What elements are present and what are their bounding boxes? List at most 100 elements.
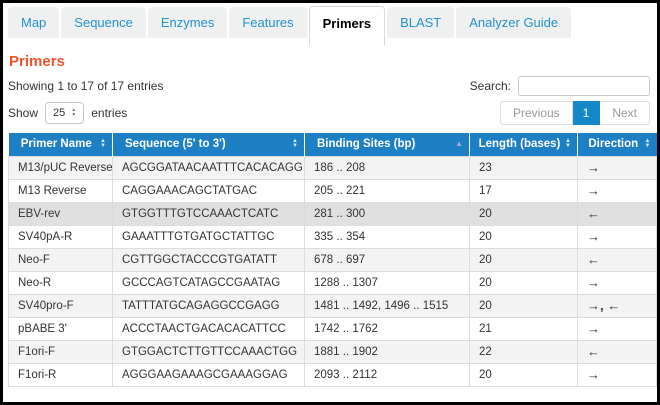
primers-table: Primer Name▲▼ Sequence (5' to 3') ▲▼ Bindin…: [8, 133, 657, 387]
entries-label: entries: [91, 106, 127, 120]
tab-analyzer-guide[interactable]: Analyzer Guide: [456, 7, 571, 38]
sequence-cell: AGGGAAGAAAGCGAAAGGAG: [113, 363, 305, 386]
previous-page-button[interactable]: Previous: [500, 101, 573, 125]
show-label: Show: [8, 106, 38, 120]
sort-both-icon: ▲▼: [292, 139, 298, 149]
sort-both-icon: ▲▼: [100, 139, 106, 149]
table-row[interactable]: Neo-RGCCCAGTCATAGCCGAATAG1288 .. 130720→: [9, 271, 657, 294]
primer-name-cell: F1ori-F: [9, 340, 113, 363]
column-label: Sequence (5' to 3'): [125, 138, 226, 150]
length-cell: 20: [470, 225, 578, 248]
direction-arrow-icon: →: [578, 225, 657, 248]
binding-sites-cell: 186 .. 208: [305, 156, 470, 179]
sequence-cell: AGCGGATAACAATTTCACACAGG: [113, 156, 305, 179]
sequence-cell: CGTTGGCTACCCGTGATATT: [113, 248, 305, 271]
search-control: Search:: [470, 76, 652, 96]
direction-arrow-icon: →: [578, 156, 657, 179]
sort-ascending-icon: ▲: [455, 140, 463, 148]
page-length-select[interactable]: 25 ▲▼: [45, 102, 84, 124]
column-header-primer-name[interactable]: Primer Name▲▼: [9, 133, 113, 156]
binding-sites-cell: 1288 .. 1307: [305, 271, 470, 294]
column-label: Binding Sites (bp): [317, 138, 415, 150]
table-row[interactable]: SV40pA-RGAAATTTGTGATGCTATTGC335 .. 35420…: [9, 225, 657, 248]
page-title: Primers: [9, 53, 652, 70]
primer-name-cell: EBV-rev: [9, 202, 113, 225]
binding-sites-cell: 281 .. 300: [305, 202, 470, 225]
column-header-length-bases[interactable]: Length (bases) ▲▼: [470, 133, 578, 156]
search-label: Search:: [470, 79, 511, 93]
page-length-control: Show 25 ▲▼ entries: [8, 102, 127, 124]
length-cell: 17: [470, 179, 578, 202]
sequence-cell: GTGGACTCTTGTTCCAAACTGG: [113, 340, 305, 363]
current-page-button[interactable]: 1: [573, 101, 601, 125]
binding-sites-cell: 1881 .. 1902: [305, 340, 470, 363]
binding-sites-cell: 335 .. 354: [305, 225, 470, 248]
column-label: Length (bases): [479, 138, 561, 150]
column-header-direction[interactable]: Direction ▲▼: [578, 133, 657, 156]
primers-panel: Primers Showing 1 to 17 of 17 entries Se…: [3, 53, 657, 387]
table-row[interactable]: F1ori-RAGGGAAGAAAGCGAAAGGAG2093 .. 21122…: [9, 363, 657, 386]
table-row[interactable]: M13 ReverseCAGGAAACAGCTATGAC205 .. 22117…: [9, 179, 657, 202]
table-row[interactable]: M13/pUC ReverseAGCGGATAACAATTTCACACAGG18…: [9, 156, 657, 179]
length-cell: 20: [470, 202, 578, 225]
table-row[interactable]: SV40pro-FTATTTATGCAGAGGCCGAGG1481 .. 149…: [9, 294, 657, 317]
search-input[interactable]: [518, 76, 650, 96]
length-cell: 20: [470, 294, 578, 317]
stepper-icon: ▲▼: [71, 108, 76, 118]
table-row[interactable]: pBABE 3'ACCCTAACTGACACACATTCC1742 .. 176…: [9, 317, 657, 340]
sequence-cell: GAAATTTGTGATGCTATTGC: [113, 225, 305, 248]
direction-arrow-icon: ←: [578, 248, 657, 271]
sort-both-icon: ▲▼: [645, 139, 651, 149]
binding-sites-cell: 2093 .. 2112: [305, 363, 470, 386]
direction-arrow-icon: →: [578, 271, 657, 294]
sequence-cell: TATTTATGCAGAGGCCGAGG: [113, 294, 305, 317]
table-header-row: Primer Name▲▼ Sequence (5' to 3') ▲▼ Bindin…: [9, 133, 657, 156]
length-cell: 20: [470, 363, 578, 386]
table-row[interactable]: EBV-revGTGGTTTGTCCAAACTCATC281 .. 30020←: [9, 202, 657, 225]
pagination: Previous 1 Next: [500, 101, 650, 125]
analyzer-window: MapSequenceEnzymesFeaturesPrimersBLASTAn…: [0, 0, 660, 405]
sequence-cell: GCCCAGTCATAGCCGAATAG: [113, 271, 305, 294]
sequence-cell: ACCCTAACTGACACACATTCC: [113, 317, 305, 340]
tab-sequence[interactable]: Sequence: [61, 7, 146, 38]
tab-features[interactable]: Features: [229, 7, 306, 38]
tab-bar: MapSequenceEnzymesFeaturesPrimersBLASTAn…: [3, 3, 657, 41]
tab-map[interactable]: Map: [8, 7, 59, 38]
direction-arrow-icon: →: [578, 317, 657, 340]
length-cell: 20: [470, 271, 578, 294]
table-controls-bottom: Show 25 ▲▼ entries Previous 1 Next: [8, 101, 652, 125]
binding-sites-cell: 1481 .. 1492, 1496 .. 1515: [305, 294, 470, 317]
primer-name-cell: pBABE 3': [9, 317, 113, 340]
column-header-sequence-5-to-3[interactable]: Sequence (5' to 3') ▲▼: [113, 133, 305, 156]
tab-enzymes[interactable]: Enzymes: [148, 7, 227, 38]
table-body: M13/pUC ReverseAGCGGATAACAATTTCACACAGG18…: [9, 156, 657, 386]
direction-arrow-icon: ←: [578, 202, 657, 225]
binding-sites-cell: 678 .. 697: [305, 248, 470, 271]
length-cell: 20: [470, 248, 578, 271]
tab-primers[interactable]: Primers: [309, 6, 385, 45]
length-cell: 23: [470, 156, 578, 179]
sequence-cell: CAGGAAACAGCTATGAC: [113, 179, 305, 202]
direction-arrow-icon: →, ←: [578, 294, 657, 317]
primer-name-cell: SV40pro-F: [9, 294, 113, 317]
table-row[interactable]: Neo-FCGTTGGCTACCCGTGATATT678 .. 69720←: [9, 248, 657, 271]
tab-blast[interactable]: BLAST: [387, 7, 454, 38]
primer-name-cell: M13 Reverse: [9, 179, 113, 202]
next-page-button[interactable]: Next: [600, 101, 650, 125]
primer-name-cell: SV40pA-R: [9, 225, 113, 248]
sort-both-icon: ▲▼: [565, 139, 571, 149]
table-info: Showing 1 to 17 of 17 entries: [8, 79, 163, 93]
table-controls-top: Showing 1 to 17 of 17 entries Search:: [8, 76, 652, 96]
primer-name-cell: Neo-F: [9, 248, 113, 271]
column-header-binding-sites-bp[interactable]: Binding Sites (bp) ▲: [305, 133, 470, 156]
page-length-value: 25: [53, 107, 65, 119]
binding-sites-cell: 1742 .. 1762: [305, 317, 470, 340]
table-row[interactable]: F1ori-FGTGGACTCTTGTTCCAAACTGG1881 .. 190…: [9, 340, 657, 363]
direction-arrow-icon: ←: [578, 340, 657, 363]
column-label: Direction: [588, 138, 638, 150]
primer-name-cell: Neo-R: [9, 271, 113, 294]
sequence-cell: GTGGTTTGTCCAAACTCATC: [113, 202, 305, 225]
direction-arrow-icon: →: [578, 179, 657, 202]
binding-sites-cell: 205 .. 221: [305, 179, 470, 202]
length-cell: 22: [470, 340, 578, 363]
